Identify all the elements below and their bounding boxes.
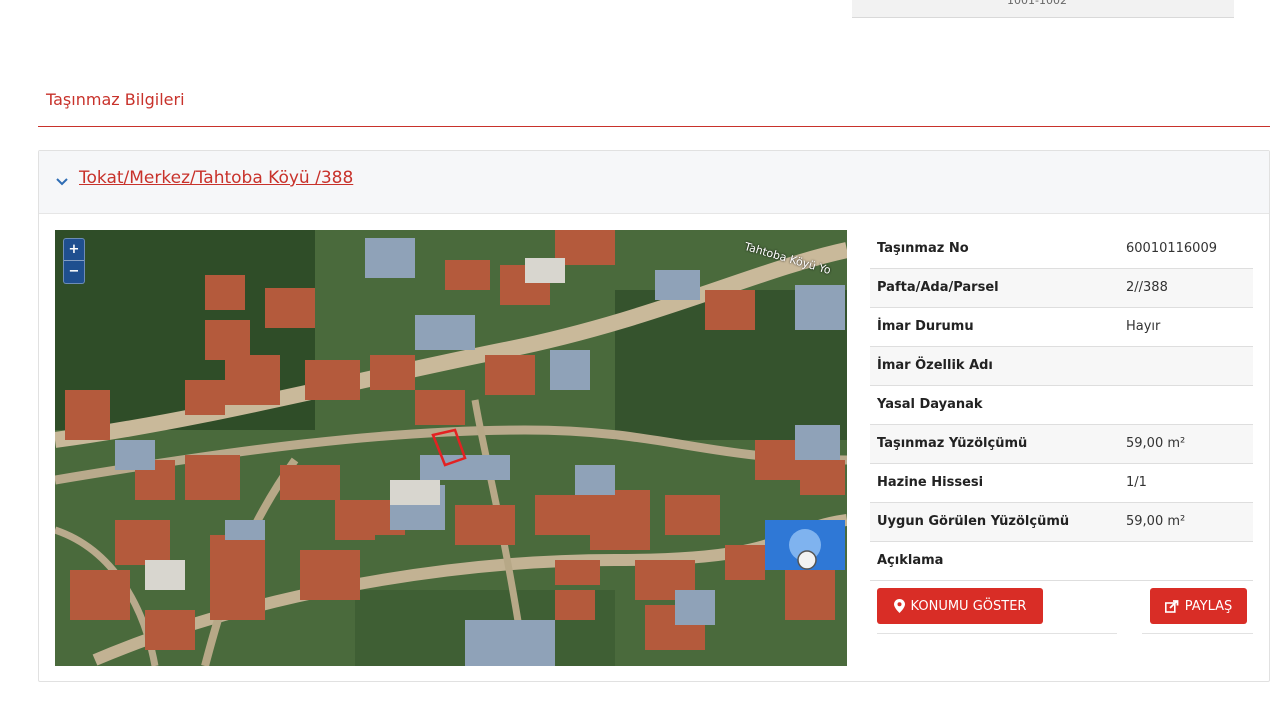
- panel-header[interactable]: Tokat/Merkez/Tahtoba Köyü /388: [39, 151, 1269, 214]
- property-location-link[interactable]: Tokat/Merkez/Tahtoba Köyü /388: [79, 168, 353, 188]
- map-marker-icon: [893, 599, 905, 613]
- detail-value: 60010116009: [1126, 241, 1217, 256]
- detail-label: Taşınmaz Yüzölçümü: [877, 436, 1028, 451]
- share-label: PAYLAŞ: [1184, 598, 1233, 614]
- detail-label: İmar Özellik Adı: [877, 358, 993, 373]
- detail-label: Yasal Dayanak: [877, 397, 983, 412]
- previous-table-text: 1001-1002: [1007, 0, 1067, 7]
- chevron-down-icon[interactable]: [55, 175, 69, 189]
- detail-row: Taşınmaz No 60010116009: [870, 230, 1253, 269]
- detail-row: Açıklama: [870, 542, 1253, 581]
- detail-row: Hazine Hissesi 1/1: [870, 464, 1253, 503]
- detail-row: İmar Özellik Adı: [870, 347, 1253, 386]
- show-location-button[interactable]: KONUMU GÖSTER: [877, 588, 1043, 624]
- detail-label: Uygun Görülen Yüzölçümü: [877, 514, 1070, 529]
- satellite-map[interactable]: + − Tahtoba Köyü Yo: [55, 230, 847, 666]
- button-row-divider: [877, 633, 1117, 634]
- detail-value: Hayır: [1126, 319, 1161, 334]
- detail-label: Taşınmaz No: [877, 241, 969, 256]
- map-zoom-control: + −: [63, 238, 85, 284]
- previous-table-fragment: 1001-1002: [852, 0, 1234, 18]
- section-divider: [38, 126, 1270, 127]
- detail-value: 2//388: [1126, 280, 1168, 295]
- detail-row: Uygun Görülen Yüzölçümü 59,00 m²: [870, 503, 1253, 542]
- detail-row: Pafta/Ada/Parsel 2//388: [870, 269, 1253, 308]
- detail-value: 59,00 m²: [1126, 514, 1186, 529]
- property-details-table: Taşınmaz No 60010116009 Pafta/Ada/Parsel…: [870, 230, 1253, 581]
- section-title: Taşınmaz Bilgileri: [46, 90, 185, 109]
- detail-label: İmar Durumu: [877, 319, 974, 334]
- property-panel: Tokat/Merkez/Tahtoba Köyü /388 + − Tahto…: [38, 150, 1270, 682]
- detail-row: Taşınmaz Yüzölçümü 59,00 m²: [870, 425, 1253, 464]
- detail-label: Açıklama: [877, 553, 944, 568]
- zoom-in-button[interactable]: +: [64, 239, 84, 261]
- detail-value: 1/1: [1126, 475, 1147, 490]
- detail-label: Pafta/Ada/Parsel: [877, 280, 999, 295]
- detail-label: Hazine Hissesi: [877, 475, 984, 490]
- share-button[interactable]: PAYLAŞ: [1150, 588, 1247, 624]
- share-icon: [1164, 599, 1179, 613]
- detail-row: İmar Durumu Hayır: [870, 308, 1253, 347]
- detail-value: 59,00 m²: [1126, 436, 1186, 451]
- zoom-out-button[interactable]: −: [64, 261, 84, 283]
- show-location-label: KONUMU GÖSTER: [910, 598, 1027, 614]
- button-row-divider: [1142, 633, 1253, 634]
- detail-row: Yasal Dayanak: [870, 386, 1253, 425]
